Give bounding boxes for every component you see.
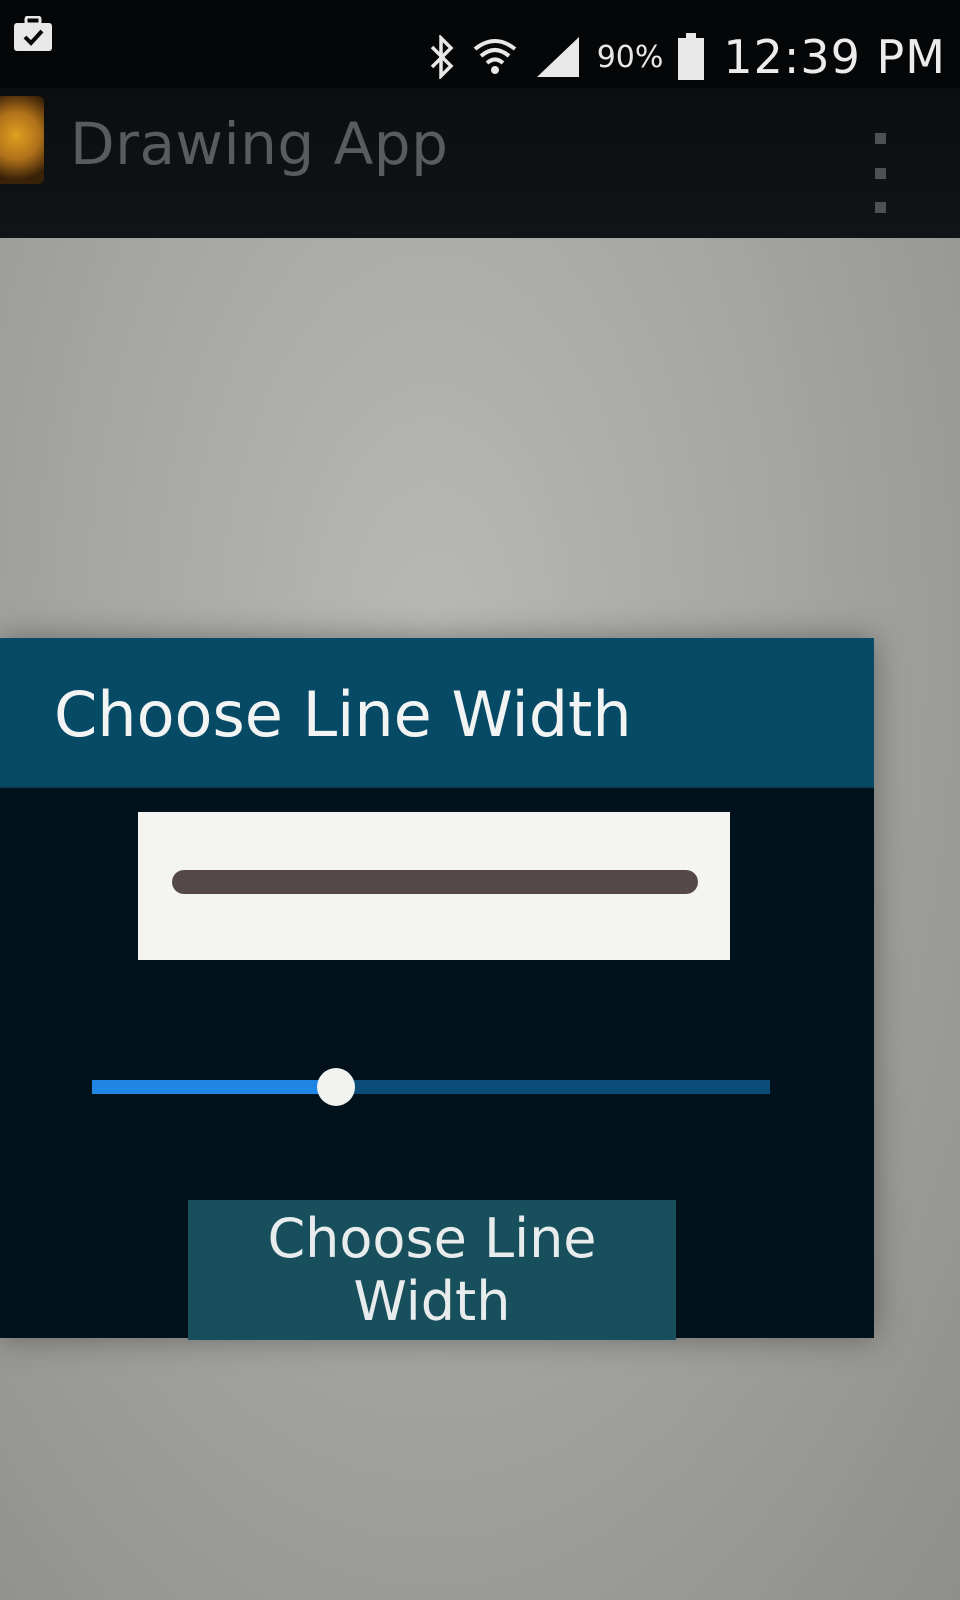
line-width-dialog: Choose Line Width Choose Line Width xyxy=(0,638,874,1340)
bluetooth-icon xyxy=(427,35,457,79)
slider-fill xyxy=(92,1080,337,1094)
action-bar: Drawing App xyxy=(0,88,960,238)
overflow-dot xyxy=(874,202,886,213)
signal-icon xyxy=(533,35,583,79)
dialog-header: Choose Line Width xyxy=(0,638,874,788)
line-width-slider[interactable] xyxy=(92,1068,770,1106)
preview-line xyxy=(172,870,698,894)
slider-thumb[interactable] xyxy=(317,1068,356,1106)
status-bar: 90% 12:39 PM xyxy=(0,0,960,92)
line-width-preview xyxy=(138,812,730,960)
dialog-title: Choose Line Width xyxy=(54,678,632,751)
app-title: Drawing App xyxy=(70,110,449,178)
overflow-menu-icon[interactable] xyxy=(870,133,890,213)
choose-line-width-button[interactable]: Choose Line Width xyxy=(188,1200,676,1340)
screen: 90% 12:39 PM Drawing App Choose Line Wid… xyxy=(0,0,960,1600)
battery-percent: 90% xyxy=(596,39,664,75)
battery-icon xyxy=(677,33,705,81)
briefcase-check-icon xyxy=(12,15,54,52)
overflow-dot xyxy=(874,167,886,179)
clock: 12:39 PM xyxy=(723,30,946,84)
wifi-icon xyxy=(471,35,519,79)
status-icons: 90% 12:39 PM xyxy=(427,30,946,84)
app-logo-icon[interactable] xyxy=(0,96,44,184)
overflow-dot xyxy=(874,133,886,144)
